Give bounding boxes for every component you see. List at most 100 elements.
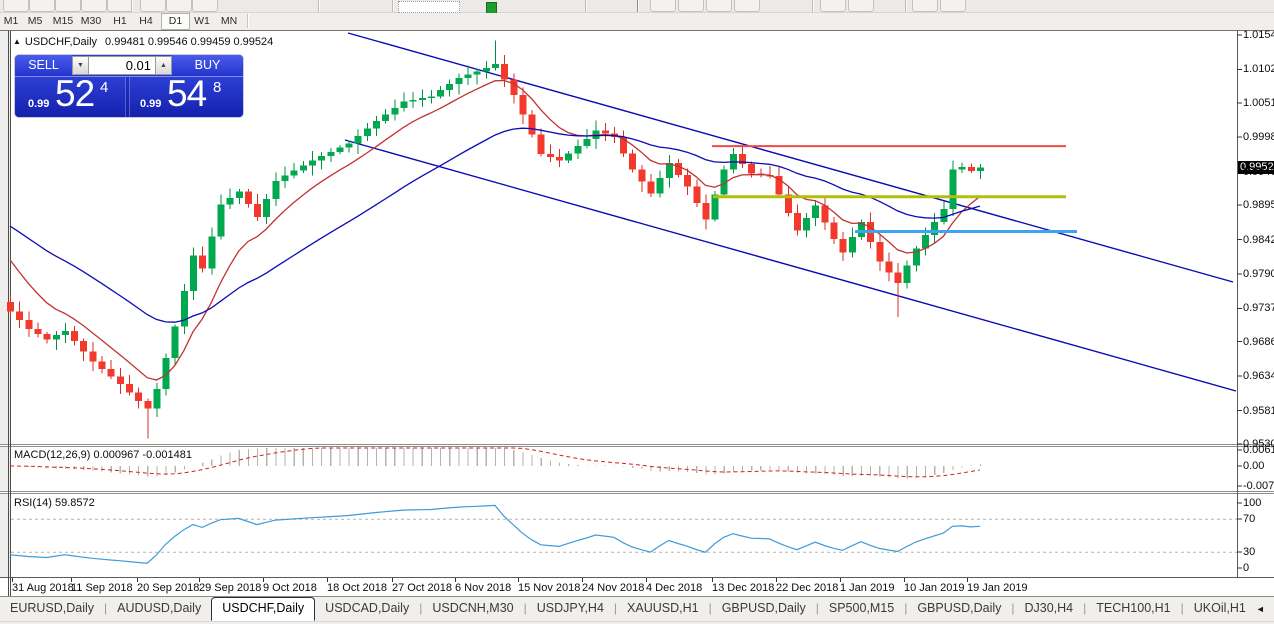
price-axis-label: 0.95815	[1243, 405, 1274, 417]
macd-axis-label: -0.007142	[1243, 480, 1274, 492]
toolbar-separator	[247, 14, 249, 28]
toolbar-button[interactable]	[820, 0, 846, 12]
chart-left-border-inner	[10, 31, 11, 596]
tab-gbpusd-daily[interactable]: GBPUSD,Daily	[907, 597, 1011, 621]
tab-tech100-h1[interactable]: TECH100,H1	[1086, 597, 1180, 621]
tab-usdchf-daily[interactable]: USDCHF,Daily	[211, 597, 315, 621]
timeframe-toolbar: M1M5M15M30H1H4D1W1MN	[0, 13, 1274, 31]
date-axis-label: 9 Oct 2018	[263, 582, 317, 594]
chart-top-border	[0, 30, 1274, 31]
date-axis-label: 19 Jan 2019	[967, 582, 1028, 594]
panel-separator	[0, 493, 1274, 494]
ask-price-pip: 8	[213, 79, 221, 96]
tab-usdjpy-h4[interactable]: USDJPY,H4	[527, 597, 614, 621]
price-axis-label: 0.98425	[1243, 234, 1274, 246]
tab-scroll-left-icon[interactable]: ◄	[1256, 604, 1265, 614]
ask-price-prefix: 0.99	[140, 98, 161, 110]
one-click-trading-widget: SELL ▼ ▲ BUY 0.99 52 4 0.99 54 8	[15, 55, 243, 117]
date-axis-label: 10 Jan 2019	[904, 582, 965, 594]
price-axis-label: 0.96340	[1243, 370, 1274, 382]
chart-left-border	[8, 31, 9, 596]
price-axis-label: 0.98950	[1243, 199, 1274, 211]
tab-usdcnh-m30[interactable]: USDCNH,M30	[422, 597, 523, 621]
price-axis-label: 0.99985	[1243, 131, 1274, 143]
toolbar-separator	[318, 0, 320, 12]
toolbar-button[interactable]	[848, 0, 874, 12]
date-axis-label: 11 Sep 2018	[71, 582, 133, 594]
tab-gbpusd-daily[interactable]: GBPUSD,Daily	[712, 597, 816, 621]
date-axis-label: 20 Sep 2018	[137, 582, 199, 594]
timeframe-button-w1[interactable]: W1	[189, 14, 215, 29]
tab-xauusd-h1[interactable]: XAUUSD,H1	[617, 597, 709, 621]
date-axis-label: 24 Nov 2018	[582, 582, 644, 594]
tab-eurusd-daily[interactable]: EURUSD,Daily	[0, 597, 104, 621]
chart-title: ▲ USDCHF,Daily 0.99481 0.99546 0.99459 0.9…	[13, 36, 273, 48]
chart-right-border	[1237, 31, 1238, 578]
price-axis-label: 1.00510	[1243, 97, 1274, 109]
toolbar-button[interactable]	[29, 0, 55, 12]
toolbar-button[interactable]	[3, 0, 29, 12]
price-axis-label: 0.97900	[1243, 268, 1274, 280]
date-axis-label: 6 Nov 2018	[455, 582, 511, 594]
price-axis-label: 1.01020	[1243, 63, 1274, 75]
date-axis-label: 31 Aug 2018	[12, 582, 74, 594]
tab-dj30-h4[interactable]: DJ30,H4	[1015, 597, 1084, 621]
macd-panel[interactable]	[11, 447, 1237, 491]
macd-axis-label: 0.006137	[1243, 444, 1274, 456]
timeframe-button-m15[interactable]: M15	[49, 14, 77, 29]
rsi-axis-label: 70	[1243, 513, 1255, 525]
timeframe-button-mn[interactable]: MN	[216, 14, 242, 29]
toolbar-button[interactable]	[912, 0, 938, 12]
toolbar-button[interactable]	[81, 0, 107, 12]
volume-input[interactable]	[89, 56, 155, 75]
timeframe-button-h4[interactable]: H4	[132, 14, 160, 29]
price-axis-label: 0.99460	[1243, 166, 1274, 178]
toolbar-button[interactable]	[678, 0, 704, 12]
toolbar-button[interactable]	[734, 0, 760, 12]
date-axis-label: 29 Sep 2018	[199, 582, 261, 594]
timeframe-button-h1[interactable]: H1	[106, 14, 134, 29]
toolbar-button[interactable]	[192, 0, 218, 12]
ask-price-big: 54	[167, 73, 206, 115]
tab-audusd-daily[interactable]: AUDUSD,Daily	[107, 597, 211, 621]
toolbar-separator	[585, 0, 587, 12]
collapse-arrow-icon[interactable]: ▲	[13, 37, 21, 46]
price-axis-label: 0.96865	[1243, 336, 1274, 348]
date-axis-label: 4 Dec 2018	[646, 582, 702, 594]
price-axis-label: 0.97375	[1243, 302, 1274, 314]
toolbar-button[interactable]	[650, 0, 676, 12]
toolbar-combobox[interactable]	[398, 1, 460, 13]
toolbar-button[interactable]	[940, 0, 966, 12]
timeframe-button-m1[interactable]: M1	[0, 14, 22, 29]
symbol-label: USDCHF,Daily	[25, 36, 97, 48]
date-axis-label: 15 Nov 2018	[518, 582, 580, 594]
tab-ukoil-h1[interactable]: UKOil,H1	[1184, 597, 1256, 621]
toolbar-button[interactable]	[107, 0, 133, 12]
bid-price-prefix: 0.99	[28, 98, 49, 110]
toolbar-button[interactable]	[140, 0, 166, 12]
timeframe-button-m5[interactable]: M5	[22, 14, 48, 29]
date-axis-label: 13 Dec 2018	[712, 582, 774, 594]
tab-usdcad-daily[interactable]: USDCAD,Daily	[315, 597, 419, 621]
chart-tab-bar: EURUSD,Daily|AUDUSD,DailyUSDCHF,DailyUSD…	[0, 597, 1274, 622]
ohlc-values: 0.99481 0.99546 0.99459 0.99524	[105, 36, 273, 48]
price-axis-label: 1.01545	[1243, 29, 1274, 41]
toolbar-separator	[637, 0, 639, 12]
ask-price-panel[interactable]: 0.99 54 8	[129, 77, 243, 117]
tab-sp500-m15[interactable]: SP500,M15	[819, 597, 904, 621]
bid-price-panel[interactable]: 0.99 52 4	[15, 77, 126, 117]
top-toolbar[interactable]	[0, 0, 1274, 13]
time-scale-border	[0, 577, 1274, 578]
toolbar-button[interactable]	[166, 0, 192, 12]
timeframe-button-m30[interactable]: M30	[78, 14, 104, 29]
date-axis-label: 18 Oct 2018	[327, 582, 387, 594]
rsi-panel[interactable]	[11, 494, 1237, 577]
toolbar-button[interactable]	[55, 0, 81, 12]
toolbar-button[interactable]	[706, 0, 732, 12]
bid-price-big: 52	[55, 73, 94, 115]
toolbar-separator	[905, 0, 907, 12]
date-axis-label: 1 Jan 2019	[840, 582, 894, 594]
timeframe-button-d1[interactable]: D1	[161, 13, 190, 30]
panel-separator	[0, 446, 1274, 447]
bid-price-pip: 4	[100, 79, 108, 96]
